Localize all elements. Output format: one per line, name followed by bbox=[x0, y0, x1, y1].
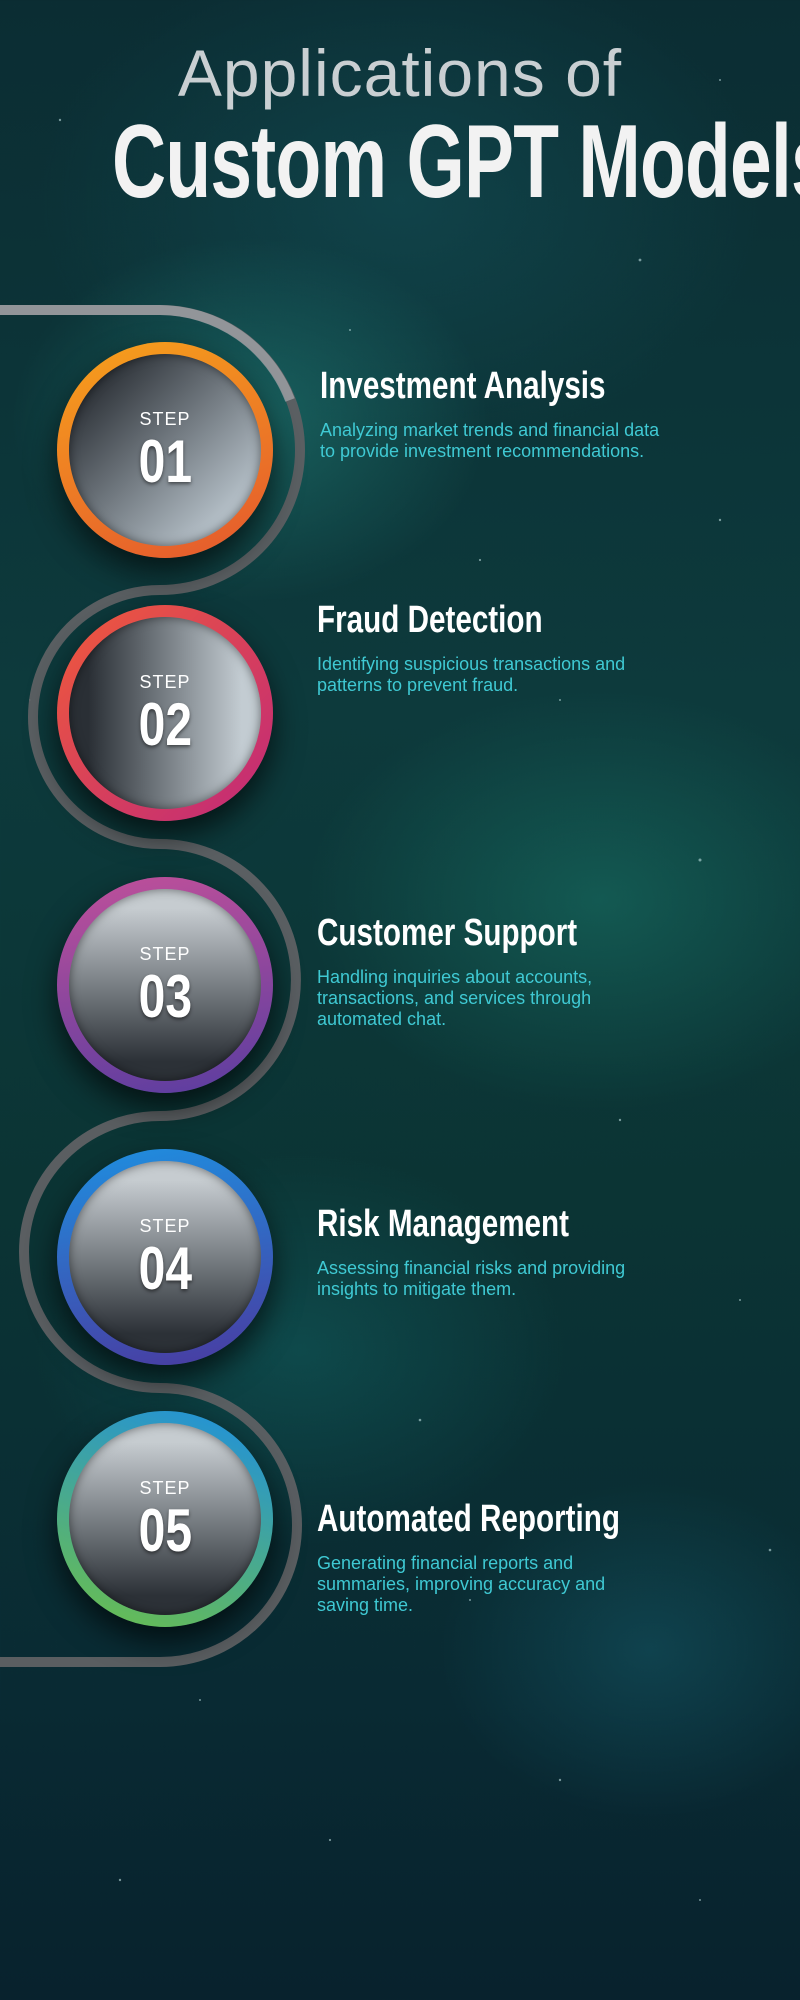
step-number: 04 bbox=[138, 1234, 192, 1302]
step-label: STEP bbox=[139, 408, 191, 429]
step-badge-02: STEP 02 bbox=[57, 605, 273, 821]
step-description: Analyzing market trends and financial da… bbox=[320, 419, 660, 461]
step-number: 05 bbox=[138, 1496, 192, 1564]
step-description: Assessing financial risks and providing … bbox=[317, 1257, 626, 1299]
step-title: Fraud Detection bbox=[317, 599, 543, 641]
step-title: Investment Analysis bbox=[320, 365, 606, 407]
step-badge-05: STEP 05 bbox=[57, 1411, 273, 1627]
step-content-05: Automated Reporting Generating financial… bbox=[317, 1498, 657, 1616]
step-content-02: Fraud Detection Identifying suspicious t… bbox=[317, 599, 657, 696]
step-title: Customer Support bbox=[317, 912, 578, 954]
step-content-04: Risk Management Assessing financial risk… bbox=[317, 1203, 657, 1300]
step-title: Risk Management bbox=[317, 1203, 570, 1245]
step-label: STEP bbox=[139, 943, 191, 964]
step-number: 02 bbox=[138, 690, 192, 758]
step-description: Handling inquiries about accounts, trans… bbox=[317, 966, 593, 1029]
step-number: 03 bbox=[138, 962, 192, 1030]
step-title: Automated Reporting bbox=[317, 1498, 620, 1540]
step-label: STEP bbox=[139, 1215, 191, 1236]
step-description: Identifying suspicious transactions and … bbox=[317, 653, 626, 695]
step-description: Generating financial reports and summari… bbox=[317, 1552, 606, 1615]
step-badge-03: STEP 03 bbox=[57, 877, 273, 1093]
step-content-01: Investment Analysis Analyzing market tre… bbox=[320, 365, 660, 462]
step-badge-04: STEP 04 bbox=[57, 1149, 273, 1365]
step-badge-01: STEP 01 bbox=[57, 342, 273, 558]
step-number: 01 bbox=[138, 427, 192, 495]
step-label: STEP bbox=[139, 1477, 191, 1498]
step-label: STEP bbox=[139, 671, 191, 692]
step-content-03: Customer Support Handling inquiries abou… bbox=[317, 912, 657, 1030]
